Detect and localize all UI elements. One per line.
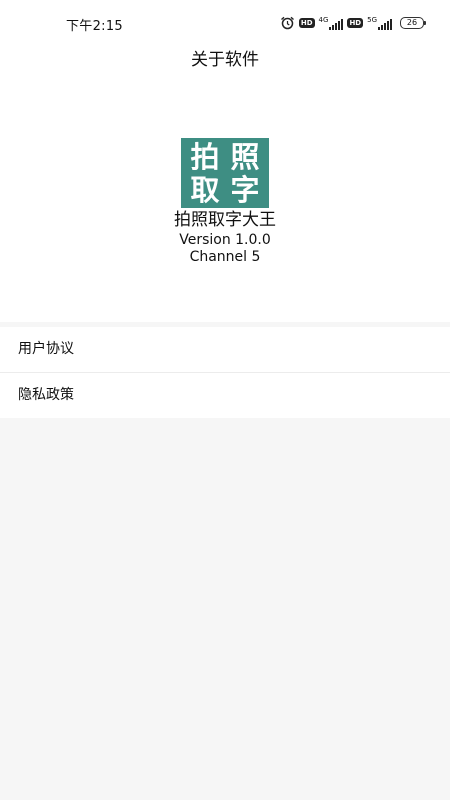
battery-icon: 26 — [400, 17, 426, 29]
menu-item-label: 隐私政策 — [18, 387, 74, 403]
page-title: 关于软件 — [191, 50, 259, 70]
network-type-label: 5G — [367, 15, 377, 24]
logo-char: 字 — [230, 172, 260, 207]
menu-item-label: 用户协议 — [18, 341, 74, 357]
app-name: 拍照取字大王 — [174, 210, 276, 230]
logo-char: 照 — [230, 139, 260, 174]
status-bar: 下午2:15 HD 4G HD 5G 26 — [0, 0, 450, 46]
signal-icon: 5G — [367, 15, 392, 30]
status-icons: HD 4G HD 5G 26 — [280, 15, 426, 31]
app-logo: 拍 照 取 字 — [181, 138, 269, 208]
hd-icon: HD — [298, 18, 315, 28]
app-version: Version 1.0.0 — [179, 232, 271, 248]
logo-char: 取 — [190, 172, 220, 207]
signal-bars — [378, 18, 392, 30]
network-type-label: 4G — [318, 15, 329, 24]
privacy-policy-item[interactable]: 隐私政策 — [0, 372, 450, 418]
signal-bars — [329, 18, 344, 30]
user-agreement-item[interactable]: 用户协议 — [0, 327, 450, 372]
settings-menu: 用户协议 隐私政策 — [0, 327, 450, 418]
logo-char: 拍 — [190, 139, 220, 174]
alarm-icon — [280, 16, 295, 30]
hd-icon: HD — [347, 18, 364, 28]
signal-icon: 4G — [318, 15, 344, 30]
app-channel: Channel 5 — [189, 249, 261, 265]
status-time: 下午2:15 — [66, 19, 123, 34]
